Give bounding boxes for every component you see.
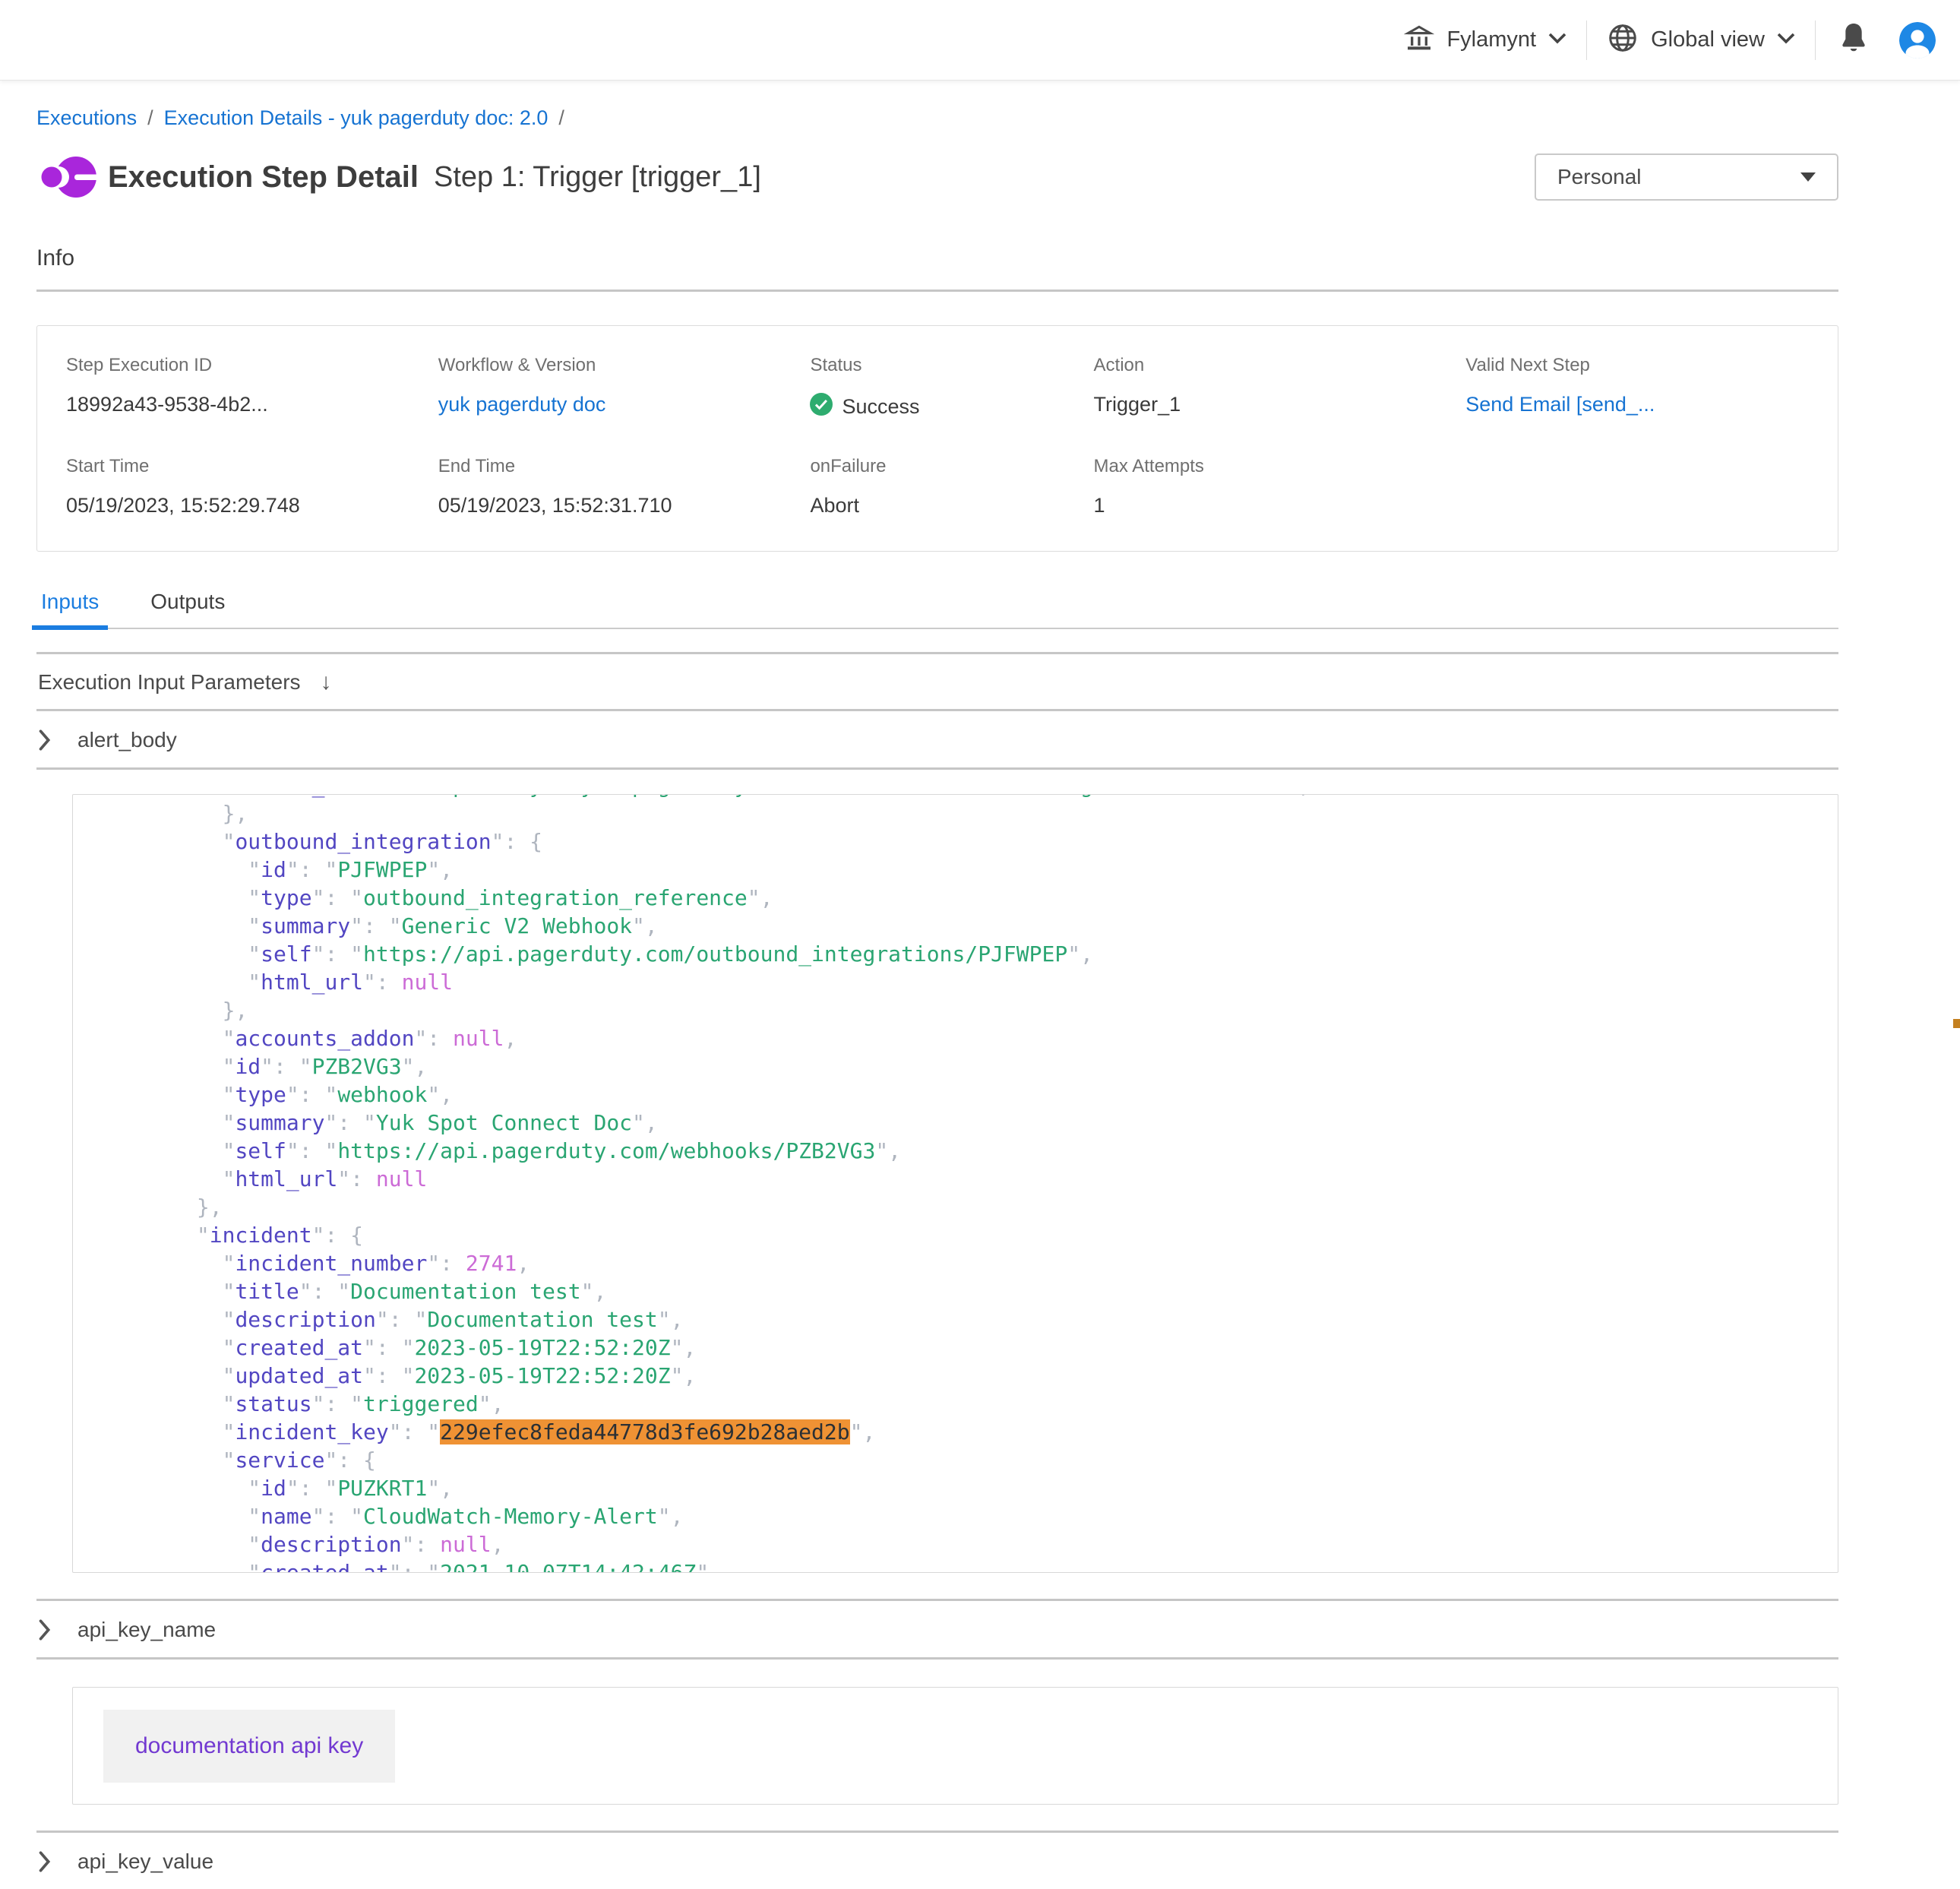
json-code: "html_url": "https://fylamynt.pagerduty.… [73,794,1838,1573]
code-block[interactable]: "html_url": "https://fylamynt.pagerduty.… [72,794,1838,1573]
section-api-key-name[interactable]: api_key_name [36,1601,1838,1657]
code-line: "description": "Documentation test", [94,1305,1816,1334]
tab-inputs[interactable]: Inputs [36,590,103,628]
success-check-icon [810,393,833,421]
code-line: "title": "Documentation test", [94,1277,1816,1305]
code-line: "summary": "Generic V2 Webhook", [94,912,1816,940]
code-line: "name": "CloudWatch-Memory-Alert", [94,1502,1816,1530]
code-line: "id": "PJFWPEP", [94,856,1816,884]
code-line: "self": "https://api.pagerduty.com/webho… [94,1137,1816,1165]
workflow-logo-icon [36,150,97,204]
breadcrumb-separator: / [147,106,153,130]
code-line: }, [94,1193,1816,1221]
code-line: "summary": "Yuk Spot Connect Doc", [94,1109,1816,1137]
tab-bar: Inputs Outputs [36,590,1838,629]
field-onfailure: onFailure Abort [810,456,1093,517]
code-line: "service": { [94,1446,1816,1474]
chevron-right-icon [38,1619,52,1641]
code-line: "id": "PUZKRT1", [94,1474,1816,1502]
code-line: "updated_at": "2023-05-19T22:52:20Z", [94,1362,1816,1390]
panel-select-value: Personal [1557,165,1642,189]
field-end-time: End Time 05/19/2023, 15:52:31.710 [438,456,811,517]
code-line: "created_at": "2021-10-07T14:42:46Z", [94,1558,1816,1573]
section-api-key-value[interactable]: api_key_value [36,1833,1838,1889]
bell-icon [1838,21,1869,59]
code-line: }, [94,996,1816,1024]
field-start-time: Start Time 05/19/2023, 15:52:29.748 [66,456,438,517]
code-line: "html_url": null [94,1165,1816,1193]
workflow-link[interactable]: yuk pagerduty doc [438,393,811,416]
code-line: "html_url": "https://fylamynt.pagerduty.… [94,794,1816,799]
notifications-button[interactable] [1816,21,1892,59]
field-workflow-version: Workflow & Version yuk pagerduty doc [438,355,811,421]
section-label: api_key_value [77,1849,213,1874]
code-line: "status": "triggered", [94,1390,1816,1418]
breadcrumb-executions[interactable]: Executions [36,106,137,130]
section-label: api_key_name [77,1618,216,1642]
field-max-attempts: Max Attempts 1 [1094,456,1466,517]
execution-input-parameters-header: Execution Input Parameters ↓ [36,654,1838,709]
org-name: Fylamynt [1446,27,1536,52]
find-match-scrollbar-tick[interactable] [1953,1019,1960,1028]
field-action: Action Trigger_1 [1094,355,1466,421]
download-arrow-icon[interactable]: ↓ [321,669,332,695]
breadcrumb-separator: / [558,106,564,130]
view-name: Global view [1651,27,1765,52]
chevron-down-icon [1548,32,1566,48]
chevron-down-icon [1777,32,1795,48]
chevron-right-icon [38,1851,52,1872]
panel-select[interactable]: Personal [1535,153,1838,201]
chevron-right-icon [38,729,52,751]
divider [36,1657,1838,1660]
user-avatar[interactable] [1899,22,1936,59]
title-row: Execution Step Detail Step 1: Trigger [t… [36,150,1838,204]
view-switcher[interactable]: Global view [1587,22,1815,58]
code-line: "self": "https://api.pagerduty.com/outbo… [94,940,1816,968]
globe-icon [1607,22,1639,58]
code-line: "incident_number": 2741, [94,1249,1816,1277]
code-line: "incident_key": "229efec8feda44778d3fe69… [94,1418,1816,1446]
breadcrumb: Executions / Execution Details - yuk pag… [36,106,1838,130]
status-badge: Success [842,395,919,419]
page-title: Execution Step Detail [108,160,419,195]
select-caret-icon [1800,172,1816,182]
code-line: "outbound_integration": { [94,827,1816,856]
field-valid-next-step: Valid Next Step Send Email [send_... [1465,355,1838,421]
api-key-name-box: documentation api key [72,1687,1838,1805]
code-line: "incident": { [94,1221,1816,1249]
section-label: alert_body [77,728,177,752]
code-line: "type": "outbound_integration_reference"… [94,884,1816,912]
section-alert-body[interactable]: alert_body [36,711,1838,767]
code-line: "id": "PZB2VG3", [94,1052,1816,1081]
info-card: Step Execution ID 18992a43-9538-4b2... W… [36,325,1838,552]
code-line: "accounts_addon": null, [94,1024,1816,1052]
tab-outputs[interactable]: Outputs [146,590,229,628]
code-line: }, [94,799,1816,827]
code-line: "type": "webhook", [94,1081,1816,1109]
next-step-link[interactable]: Send Email [send_... [1465,393,1838,416]
divider [36,290,1838,292]
org-switcher[interactable]: Fylamynt [1384,23,1586,57]
page-subtitle: Step 1: Trigger [trigger_1] [434,161,761,194]
top-bar: Fylamynt Global view [0,0,1960,81]
bank-icon [1404,23,1434,57]
divider [36,767,1838,770]
field-step-execution-id: Step Execution ID 18992a43-9538-4b2... [66,355,438,421]
api-key-chip: documentation api key [103,1710,395,1783]
breadcrumb-execution-details[interactable]: Execution Details - yuk pagerduty doc: 2… [164,106,548,130]
code-line: "html_url": null [94,968,1816,996]
info-heading: Info [36,245,1838,271]
code-line: "created_at": "2023-05-19T22:52:20Z", [94,1334,1816,1362]
code-line: "description": null, [94,1530,1816,1558]
field-status: Status Success [810,355,1093,421]
